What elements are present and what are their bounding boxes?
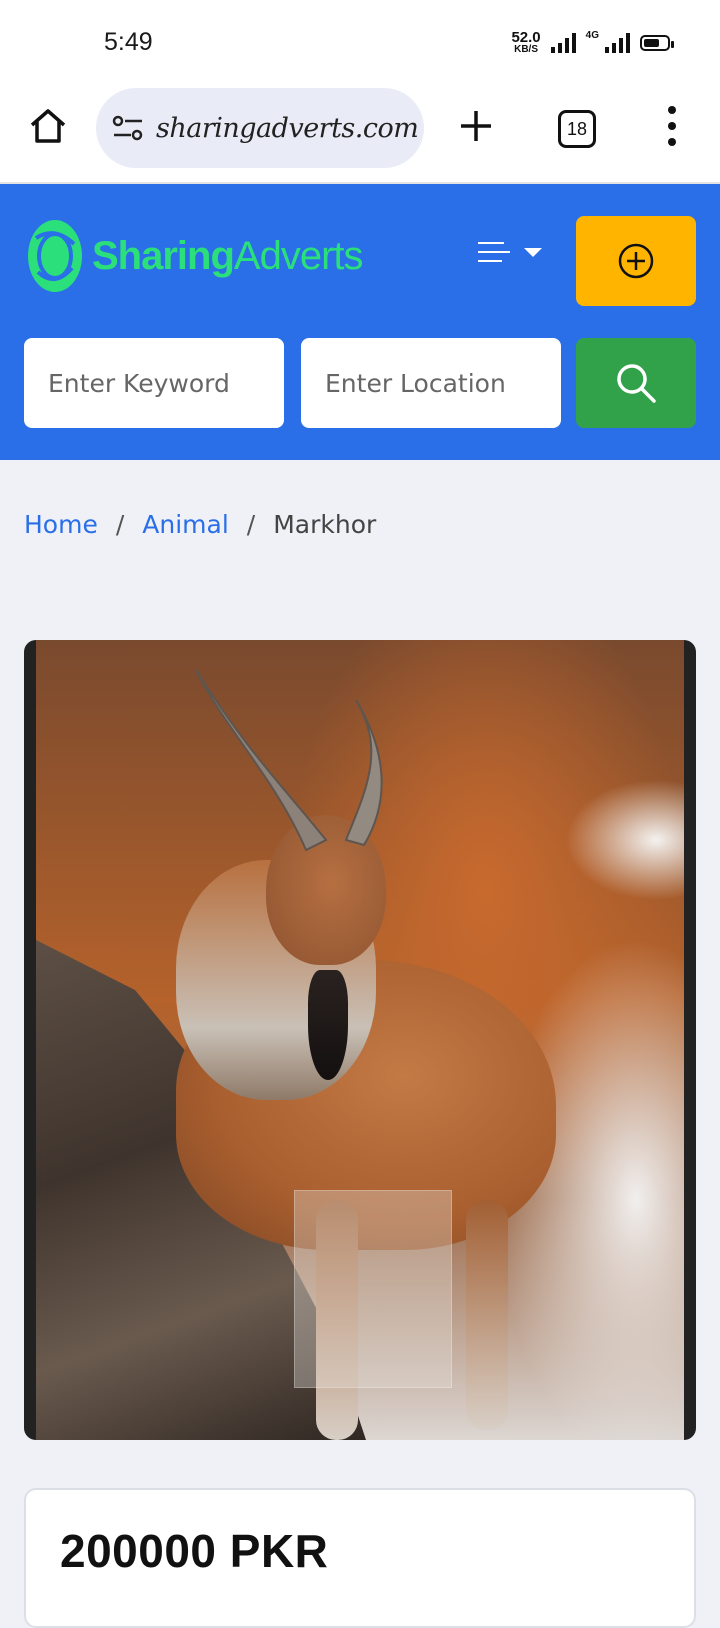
tab-count: 18 [566,118,588,139]
goat-horns [195,669,383,852]
price-card: 200000 PKR [24,1488,696,1628]
goat-beard [308,970,348,1080]
image-thumbnail-overlay[interactable] [294,1190,452,1388]
battery-icon [640,34,674,51]
markhor-photo [36,640,684,1440]
plus-circle-icon [618,243,654,279]
goat-leg [466,1200,508,1430]
breadcrumb-home[interactable]: Home [24,510,98,539]
nav-menu-toggle[interactable] [478,242,542,262]
logo-icon [28,220,82,292]
browser-toolbar: sharingadverts.com 18 [0,86,720,184]
logo-text-sharing: Sharing [92,233,235,278]
location-input[interactable]: Enter Location [301,338,561,428]
network-speed-value: 52.0 [511,29,541,46]
network-type: 4G [585,30,599,41]
hamburger-icon [478,242,510,262]
new-tab-plus-icon[interactable] [456,106,496,146]
address-bar[interactable]: sharingadverts.com [96,88,424,168]
chevron-down-icon [524,247,542,257]
status-indicators: 52.0 KB/S 4G [511,30,674,55]
breadcrumb: Home / Animal / Markhor [24,510,376,539]
breadcrumb-separator: / [115,510,125,539]
signal-icon [550,32,576,53]
listing-image[interactable] [24,640,696,1440]
network-speed: 52.0 KB/S [511,30,540,55]
search-button[interactable] [576,338,696,428]
signal-icon-secondary [605,32,630,53]
tab-switcher-icon[interactable]: 18 [558,110,596,148]
status-bar: 5:49 52.0 KB/S 4G [0,0,720,86]
breadcrumb-current: Markhor [273,510,377,539]
logo-text-adverts: Adverts [233,233,364,278]
search-icon [617,364,656,403]
status-time: 5:49 [104,28,153,56]
breadcrumb-animal[interactable]: Animal [142,510,229,539]
post-ad-button[interactable] [576,216,696,306]
site-logo[interactable]: SharingAdverts [26,218,364,294]
listing-price: 200000 PKR [60,1525,329,1577]
breadcrumb-separator: / [246,510,256,539]
site-header: SharingAdverts Enter Keyword Enter Locat… [0,184,720,460]
overflow-menu-icon[interactable] [664,106,680,146]
logo-text: SharingAdverts [92,233,364,279]
home-icon[interactable] [28,106,68,146]
url-text[interactable]: sharingadverts.com [156,113,419,144]
keyword-input[interactable]: Enter Keyword [24,338,284,428]
network-speed-unit: KB/S [514,44,538,55]
site-settings-icon[interactable] [112,113,144,143]
